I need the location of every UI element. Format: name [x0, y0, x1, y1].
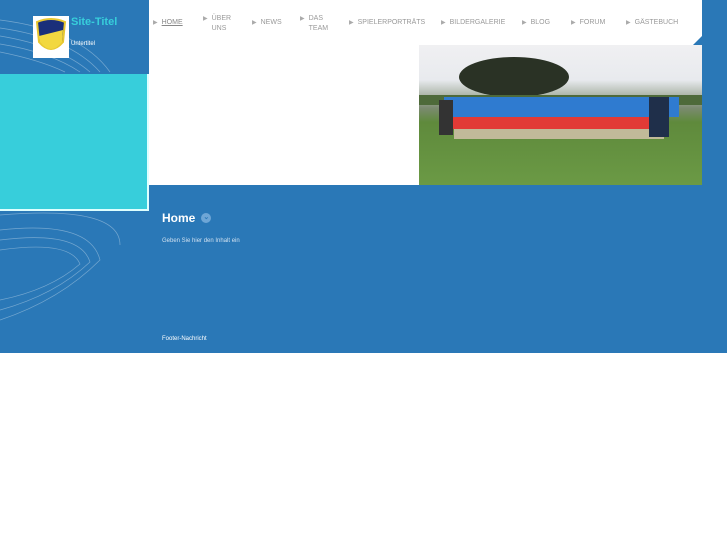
arrow-icon: ▶	[441, 20, 446, 26]
page-heading: Home ⌄	[162, 211, 212, 225]
arrow-icon: ▶	[522, 20, 527, 26]
team-photo	[419, 45, 702, 185]
arrow-icon: ▶	[571, 20, 576, 26]
arrow-icon: ▶	[153, 20, 158, 26]
footer-message: Footer-Nachricht	[162, 336, 207, 342]
site-subtitle: Untertitel	[71, 41, 96, 47]
nav-spielerportraets[interactable]: ▶ SPIELERPORTRÄTS	[349, 18, 425, 28]
corner-decoration	[693, 36, 702, 45]
club-logo[interactable]	[33, 16, 69, 58]
nav-gaestebuch[interactable]: ▶ GÄSTEBUCH	[626, 18, 678, 28]
chevron-down-icon[interactable]: ⌄	[201, 213, 212, 223]
nav-ueber-uns[interactable]: ▶ ÜBER UNS	[203, 14, 233, 34]
sidebar-panel	[0, 74, 149, 211]
nav-news[interactable]: ▶ NEWS	[252, 18, 282, 28]
arrow-icon: ▶	[252, 20, 257, 26]
header-banner	[149, 45, 702, 185]
arrow-icon: ▶	[626, 20, 631, 26]
arrow-icon: ▶	[349, 20, 354, 26]
main-navigation: ▶ HOME ▶ ÜBER UNS ▶ NEWS ▶ DAS TEAM ▶ SPIELER…	[149, 0, 702, 45]
arrow-icon: ▶	[300, 16, 305, 22]
arrow-icon: ▶	[203, 16, 208, 22]
nav-blog[interactable]: ▶ BLOG	[522, 18, 550, 28]
nav-bildergalerie[interactable]: ▶ BILDERGALERIE	[441, 18, 505, 28]
page-content: Geben Sie hier den Inhalt ein	[162, 238, 240, 244]
nav-das-team[interactable]: ▶ DAS TEAM	[300, 14, 330, 34]
nav-forum[interactable]: ▶ FORUM	[571, 18, 605, 28]
nav-home[interactable]: ▶ HOME	[153, 18, 183, 28]
site-title[interactable]: Site-Titel	[71, 16, 117, 28]
